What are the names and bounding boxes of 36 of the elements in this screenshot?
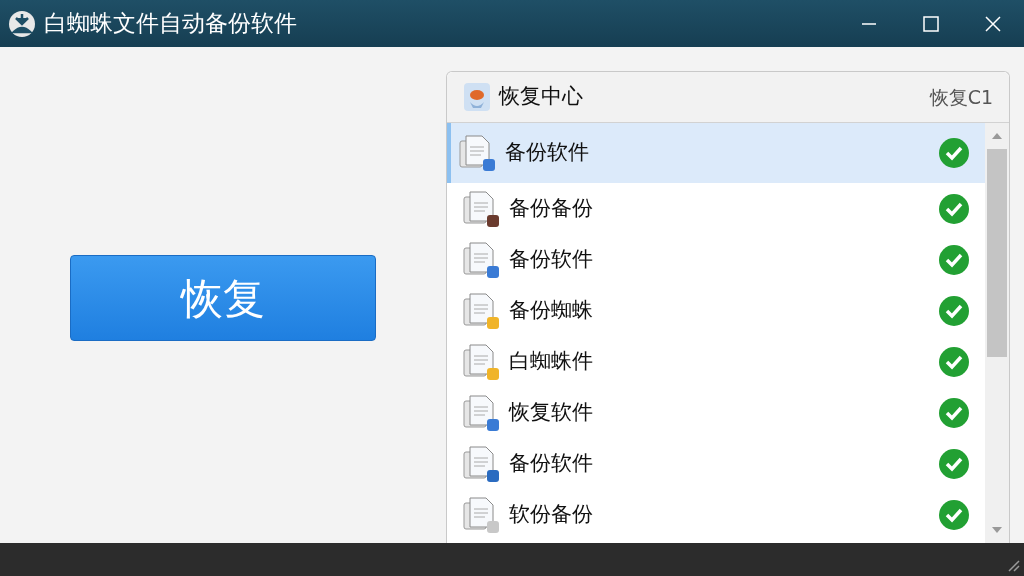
scrollbar[interactable]: [985, 123, 1009, 543]
panel-title: 恢复中心: [499, 83, 583, 111]
file-row[interactable]: 恢复软件: [447, 387, 985, 438]
file-row[interactable]: 备份软件: [447, 123, 985, 183]
file-row[interactable]: 软份备份: [447, 489, 985, 540]
document-icon: [463, 446, 494, 478]
file-row[interactable]: 备份蜘蛛: [447, 285, 985, 336]
document-icon: [463, 497, 494, 529]
file-name: 备份软件: [509, 245, 593, 273]
file-name: 白蜘蛛件: [509, 347, 593, 375]
scroll-thumb[interactable]: [987, 149, 1007, 357]
drive-label: 恢复C1: [929, 84, 993, 110]
close-icon: [985, 15, 1001, 32]
resize-grip-icon[interactable]: [1006, 558, 1020, 572]
scroll-down-icon[interactable]: [991, 525, 1003, 535]
document-icon: [463, 293, 494, 325]
restore-button[interactable]: 恢复: [70, 255, 376, 341]
file-name: 恢复软件: [509, 398, 593, 426]
file-row[interactable]: 备份软件: [447, 234, 985, 285]
file-row[interactable]: 备份备份: [447, 183, 985, 234]
document-icon: [463, 242, 494, 274]
file-row[interactable]: 备份软件: [447, 438, 985, 489]
document-icon: [463, 191, 494, 223]
window-title: 白蜘蛛文件自动备份软件: [44, 9, 297, 39]
scroll-up-icon[interactable]: [991, 131, 1003, 141]
file-name: 备份蜘蛛: [509, 296, 593, 324]
maximize-icon: [923, 15, 939, 32]
file-name: 备份备份: [509, 194, 593, 222]
document-icon: [463, 395, 494, 427]
file-name: 软份备份: [509, 500, 593, 528]
file-name: 备份软件: [505, 139, 589, 167]
minimize-icon: [861, 22, 877, 25]
file-row[interactable]: 白蜘蛛件: [447, 336, 985, 387]
document-icon: [463, 344, 494, 376]
document-icon: [459, 135, 490, 168]
file-name: 备份软件: [509, 449, 593, 477]
